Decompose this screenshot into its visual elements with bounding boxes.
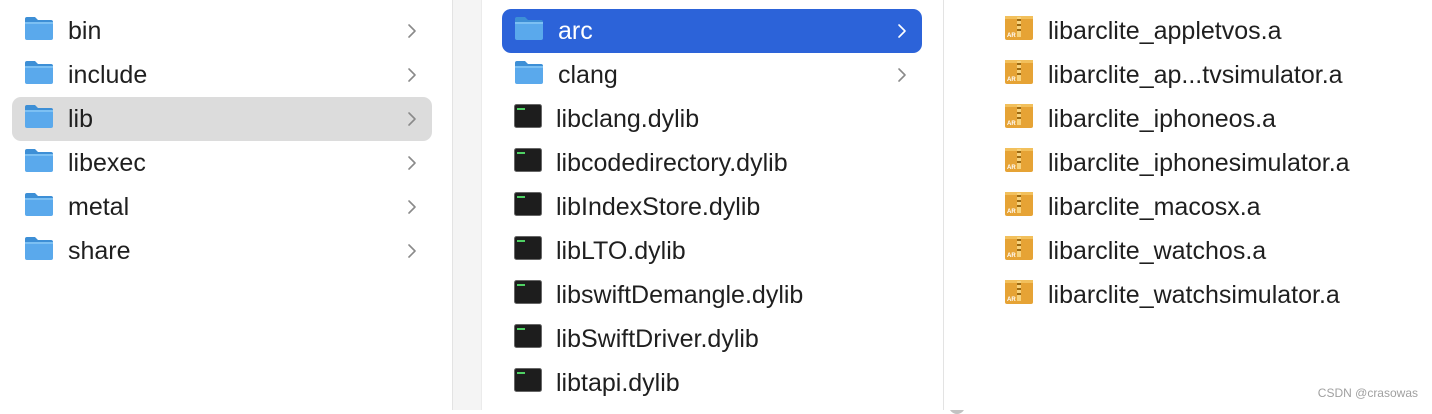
third-column-item[interactable]: AR libarclite_iphoneos.a xyxy=(1004,97,1424,141)
chevron-right-icon xyxy=(896,63,908,87)
second-column-item[interactable]: clang xyxy=(502,53,922,97)
svg-text:AR: AR xyxy=(1007,297,1016,303)
archive-icon: AR xyxy=(1004,103,1034,136)
item-label: libtapi.dylib xyxy=(556,368,680,397)
third-column-item[interactable]: AR libarclite_appletvos.a xyxy=(1004,9,1424,53)
item-label: libexec xyxy=(68,148,146,177)
archive-icon: AR xyxy=(1004,279,1034,312)
chevron-right-icon xyxy=(406,19,418,43)
third-column-item[interactable]: AR libarclite_watchos.a xyxy=(1004,229,1424,273)
item-label: lib xyxy=(68,104,94,133)
item-label: libSwiftDriver.dylib xyxy=(556,324,759,353)
second-column-item[interactable]: libswiftDemangle.dylib xyxy=(502,273,922,317)
executable-icon xyxy=(514,367,542,399)
second-column-item[interactable]: libclang.dylib xyxy=(502,97,922,141)
second-column-item[interactable]: libIndexStore.dylib xyxy=(502,185,922,229)
first-column-item[interactable]: libexec xyxy=(12,141,432,185)
item-label: libswiftDemangle.dylib xyxy=(556,280,804,309)
column-third: AR libarclite_appletvos.a AR libarclite_… xyxy=(944,0,1432,410)
folder-icon xyxy=(24,103,54,136)
item-label: bin xyxy=(68,16,102,45)
item-label: clang xyxy=(558,60,618,89)
item-label: libarclite_macosx.a xyxy=(1048,192,1261,221)
chevron-right-icon xyxy=(406,195,418,219)
first-column-item[interactable]: include xyxy=(12,53,432,97)
column-second: arc clang libclang.dylib libcodedirector… xyxy=(453,0,944,410)
item-label: share xyxy=(68,236,131,265)
folder-icon xyxy=(24,59,54,92)
item-label: include xyxy=(68,60,148,89)
first-column-item[interactable]: metal xyxy=(12,185,432,229)
chevron-right-icon xyxy=(406,63,418,87)
chevron-right-icon xyxy=(406,239,418,263)
executable-icon xyxy=(514,323,542,355)
third-column-item[interactable]: AR libarclite_macosx.a xyxy=(1004,185,1424,229)
executable-icon xyxy=(514,235,542,267)
item-label: libarclite_watchos.a xyxy=(1048,236,1267,265)
item-label: libarclite_iphoneos.a xyxy=(1048,104,1276,133)
folder-icon xyxy=(514,59,544,92)
executable-icon xyxy=(514,147,542,179)
item-label: libIndexStore.dylib xyxy=(556,192,761,221)
folder-icon xyxy=(24,15,54,48)
second-column-item[interactable]: libcodedirectory.dylib xyxy=(502,141,922,185)
watermark: CSDN @crasowas xyxy=(1317,386,1418,400)
archive-icon: AR xyxy=(1004,15,1034,48)
column-first: bin include lib libexec metal share xyxy=(0,0,453,410)
second-column-item[interactable]: arc xyxy=(502,9,922,53)
item-label: libarclite_iphonesimulator.a xyxy=(1048,148,1350,177)
archive-icon: AR xyxy=(1004,147,1034,180)
item-label: libarclite_appletvos.a xyxy=(1048,16,1282,45)
svg-text:AR: AR xyxy=(1007,77,1016,83)
executable-icon xyxy=(514,103,542,135)
folder-icon xyxy=(24,235,54,268)
first-column-item[interactable]: bin xyxy=(12,9,432,53)
folder-icon xyxy=(24,191,54,224)
third-column-item[interactable]: AR libarclite_ap...tvsimulator.a xyxy=(1004,53,1424,97)
archive-icon: AR xyxy=(1004,59,1034,92)
first-column-item[interactable]: lib xyxy=(12,97,432,141)
second-column-item[interactable]: libtapi.dylib xyxy=(502,361,922,405)
chevron-right-icon xyxy=(896,19,908,43)
folder-icon xyxy=(24,147,54,180)
item-label: metal xyxy=(68,192,130,221)
column-resize-gutter[interactable] xyxy=(453,0,482,410)
third-column-item[interactable]: AR libarclite_iphonesimulator.a xyxy=(1004,141,1424,185)
executable-icon xyxy=(514,191,542,223)
second-column-item[interactable]: libSwiftDriver.dylib xyxy=(502,317,922,361)
item-label: libcodedirectory.dylib xyxy=(556,148,788,177)
archive-icon: AR xyxy=(1004,191,1034,224)
third-column-item[interactable]: AR libarclite_watchsimulator.a xyxy=(1004,273,1424,317)
item-label: arc xyxy=(558,16,593,45)
item-label: libarclite_ap...tvsimulator.a xyxy=(1048,60,1343,89)
svg-text:AR: AR xyxy=(1007,33,1016,39)
chevron-right-icon xyxy=(406,107,418,131)
item-label: libarclite_watchsimulator.a xyxy=(1048,280,1340,309)
chevron-right-icon xyxy=(406,151,418,175)
executable-icon xyxy=(514,279,542,311)
svg-text:AR: AR xyxy=(1007,165,1016,171)
first-column-item[interactable]: share xyxy=(12,229,432,273)
svg-text:AR: AR xyxy=(1007,253,1016,259)
item-label: libclang.dylib xyxy=(556,104,700,133)
item-label: libLTO.dylib xyxy=(556,236,686,265)
svg-text:AR: AR xyxy=(1007,121,1016,127)
archive-icon: AR xyxy=(1004,235,1034,268)
second-column-item[interactable]: libLTO.dylib xyxy=(502,229,922,273)
svg-text:AR: AR xyxy=(1007,209,1016,215)
folder-icon xyxy=(514,15,544,48)
